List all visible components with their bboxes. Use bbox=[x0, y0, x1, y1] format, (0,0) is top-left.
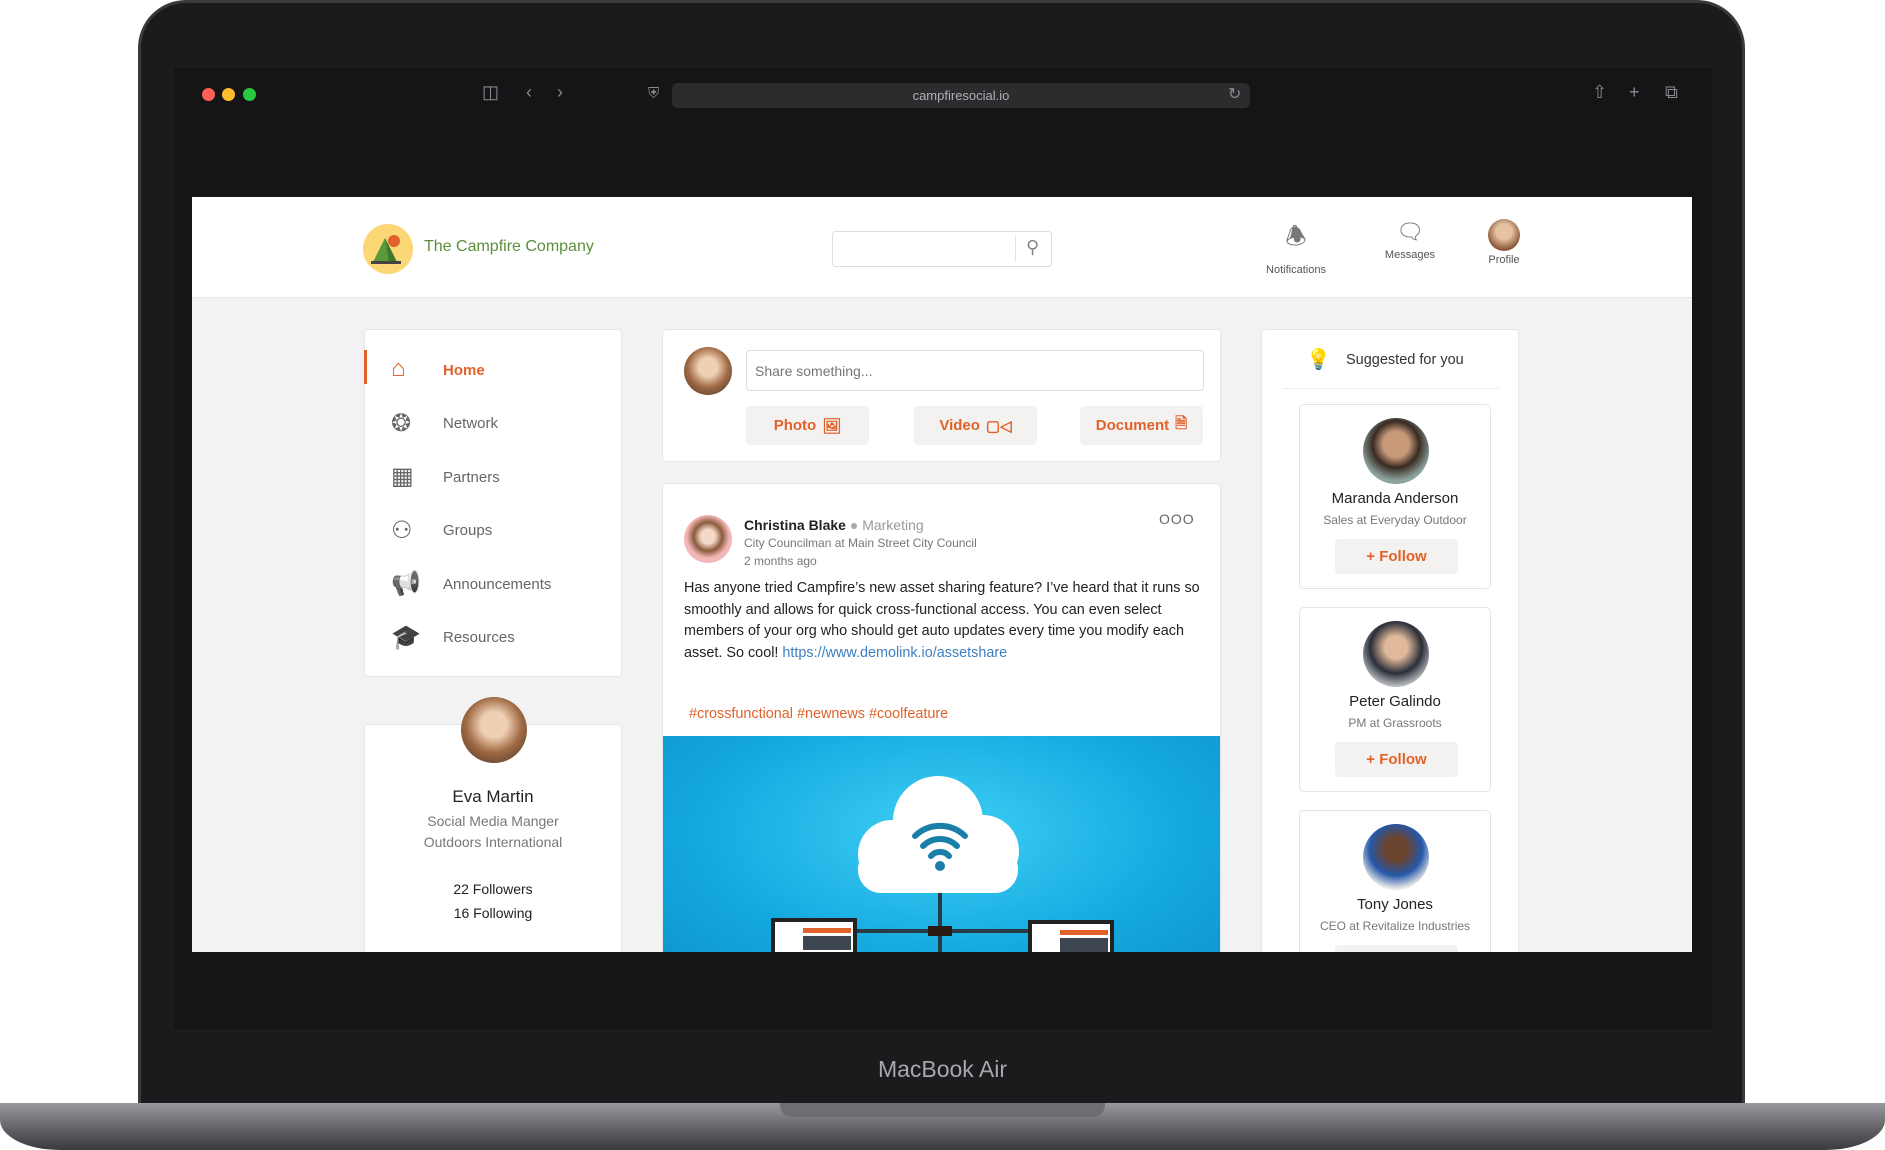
brand-name[interactable]: The Campfire Company bbox=[424, 238, 594, 256]
following-count[interactable]: 16 Following bbox=[364, 905, 622, 921]
sidebar-item-home[interactable]: ⌂ Home bbox=[365, 346, 622, 394]
bell-icon: 🕭 bbox=[1285, 223, 1307, 250]
notifications-label: Notifications bbox=[1266, 264, 1326, 276]
graduation-cap-icon: 🎓 bbox=[391, 623, 421, 651]
post-body: Has anyone tried Campfire’s new asset sh… bbox=[684, 578, 1209, 664]
post-author-name[interactable]: Christina Blake bbox=[744, 517, 846, 533]
network-icon: ❂ bbox=[391, 409, 412, 437]
post-author-avatar[interactable] bbox=[684, 515, 732, 563]
shield-icon: ⛨ bbox=[648, 85, 660, 102]
chat-bubble-icon: 🗨 bbox=[1396, 219, 1424, 244]
suggested-name[interactable]: Tony Jones bbox=[1300, 896, 1490, 913]
post-card: Christina Blake ● Marketing City Council… bbox=[662, 483, 1221, 952]
home-icon: ⌂ bbox=[391, 355, 406, 382]
suggested-role: CEO at Revitalize Industries bbox=[1319, 919, 1471, 933]
post-link[interactable]: https://www.demolink.io/assetshare bbox=[782, 645, 1007, 661]
messages-button[interactable]: 🗨 Messages bbox=[1370, 219, 1450, 261]
followers-count[interactable]: 22 Followers bbox=[364, 881, 622, 897]
composer-avatar bbox=[684, 347, 732, 395]
sidebar-item-announcements[interactable]: 📢 Announcements bbox=[365, 560, 622, 608]
share-input[interactable] bbox=[746, 350, 1204, 391]
share-icon[interactable]: ⇧ bbox=[1592, 82, 1607, 103]
laptop-notch bbox=[780, 1103, 1105, 1117]
follow-button[interactable]: + Follow bbox=[1335, 742, 1458, 777]
profile-avatar bbox=[1488, 219, 1520, 251]
post-timestamp: 2 months ago bbox=[744, 554, 817, 568]
follow-button[interactable]: + Follow bbox=[1335, 539, 1458, 574]
profile-name[interactable]: Eva Martin bbox=[364, 787, 622, 807]
notifications-button[interactable]: 🕭 Notifications bbox=[1256, 219, 1336, 276]
profile-company: Outdoors International bbox=[423, 834, 563, 850]
post-department: Marketing bbox=[862, 517, 924, 533]
profile-label: Profile bbox=[1488, 254, 1520, 266]
video-button[interactable]: Video ▢◁ bbox=[914, 406, 1037, 445]
post-hashtags[interactable]: #crossfunctional #newnews #coolfeature bbox=[689, 706, 948, 722]
megaphone-icon: 📢 bbox=[391, 570, 421, 597]
partners-icon: ▦ bbox=[391, 463, 414, 490]
sidebar-item-partners[interactable]: ▦ Partners bbox=[365, 453, 622, 501]
new-tab-icon[interactable]: + bbox=[1629, 82, 1640, 103]
sidebar-item-label: Home bbox=[443, 361, 485, 379]
sidebar-item-label: Resources bbox=[443, 629, 515, 646]
close-window-button[interactable] bbox=[202, 88, 215, 101]
suggested-name[interactable]: Maranda Anderson bbox=[1300, 490, 1490, 507]
sidebar-item-resources[interactable]: 🎓 Resources bbox=[365, 614, 622, 662]
sidebar-item-label: Groups bbox=[443, 522, 493, 539]
document-button[interactable]: Document 🗎 bbox=[1080, 406, 1203, 445]
document-label: Document bbox=[1095, 417, 1170, 434]
photo-button[interactable]: Photo 🖼 bbox=[746, 406, 869, 445]
profile-card-info: Eva Martin Social Media Manger Outdoors … bbox=[364, 787, 622, 921]
search-input[interactable]: ⚲ bbox=[832, 231, 1052, 267]
sidebar-nav: ⌂ Home ❂ Network ▦ Partners ⚇ Groups 📢 Announceme… bbox=[364, 329, 622, 677]
composer-card: Photo 🖼 Video ▢◁ Document 🗎 bbox=[662, 329, 1221, 462]
suggested-title: Suggested for you bbox=[1346, 352, 1464, 368]
minimize-window-button[interactable] bbox=[222, 88, 235, 101]
image-icon: 🖼 bbox=[822, 417, 842, 435]
more-options-icon[interactable]: OOO bbox=[1159, 511, 1195, 527]
messages-label: Messages bbox=[1384, 249, 1436, 261]
sidebar-item-network[interactable]: ❂ Network bbox=[365, 400, 622, 448]
reload-icon[interactable]: ↻ bbox=[1228, 84, 1241, 104]
sidebar-toggle-icon[interactable]: ◫ bbox=[482, 82, 499, 103]
campfire-logo-icon[interactable] bbox=[363, 224, 413, 274]
sidebar-item-label: Announcements bbox=[443, 575, 552, 593]
maximize-window-button[interactable] bbox=[243, 88, 256, 101]
suggested-avatar[interactable] bbox=[1363, 824, 1429, 890]
suggested-avatar[interactable] bbox=[1363, 621, 1429, 687]
suggested-name[interactable]: Peter Galindo bbox=[1300, 693, 1490, 710]
profile-title: Social Media Manger bbox=[427, 813, 559, 829]
video-camera-icon: ▢◁ bbox=[985, 417, 1012, 435]
document-icon: 🗎 bbox=[1175, 415, 1188, 432]
suggested-avatar[interactable] bbox=[1363, 418, 1429, 484]
forward-icon[interactable]: › bbox=[557, 82, 563, 103]
video-label: Video bbox=[939, 417, 980, 434]
back-icon[interactable]: ‹ bbox=[526, 82, 532, 103]
suggested-role: Sales at Everyday Outdoor bbox=[1323, 513, 1467, 527]
suggested-panel: 💡 Suggested for you Maranda Anderson Sal… bbox=[1261, 329, 1519, 952]
post-author-subtitle: City Councilman at Main Street City Coun… bbox=[744, 536, 977, 550]
web-page: The Campfire Company ⚲ 🕭 Notifications 🗨… bbox=[192, 197, 1692, 952]
post-image[interactable] bbox=[663, 736, 1220, 952]
cloud-network-illustration bbox=[771, 776, 1114, 952]
photo-label: Photo bbox=[773, 417, 817, 434]
site-header: The Campfire Company ⚲ 🕭 Notifications 🗨… bbox=[192, 197, 1692, 298]
user-avatar[interactable] bbox=[461, 697, 527, 763]
device-label: MacBook Air bbox=[877, 1056, 1008, 1082]
divider bbox=[1282, 388, 1500, 389]
post-author-line: Christina Blake ● Marketing bbox=[744, 517, 924, 533]
groups-icon: ⚇ bbox=[391, 516, 413, 544]
suggested-person-card: Peter Galindo PM at Grassroots + Follow bbox=[1299, 607, 1491, 792]
suggested-person-card: Maranda Anderson Sales at Everyday Outdo… bbox=[1299, 404, 1491, 589]
suggested-role: PM at Grassroots bbox=[1348, 716, 1442, 730]
sidebar-item-groups[interactable]: ⚇ Groups bbox=[365, 507, 622, 555]
follow-button[interactable]: + Follow bbox=[1335, 945, 1458, 952]
tabs-overview-icon[interactable]: ⧉ bbox=[1665, 82, 1678, 103]
profile-button[interactable]: Profile bbox=[1464, 219, 1544, 266]
suggested-person-card: Tony Jones CEO at Revitalize Industries … bbox=[1299, 810, 1491, 952]
lightbulb-icon: 💡 bbox=[1306, 349, 1331, 371]
address-bar[interactable]: campfiresocial.io bbox=[672, 83, 1250, 108]
sidebar-item-label: Network bbox=[443, 415, 499, 432]
search-icon[interactable]: ⚲ bbox=[1026, 237, 1039, 258]
sidebar-item-label: Partners bbox=[443, 468, 500, 486]
